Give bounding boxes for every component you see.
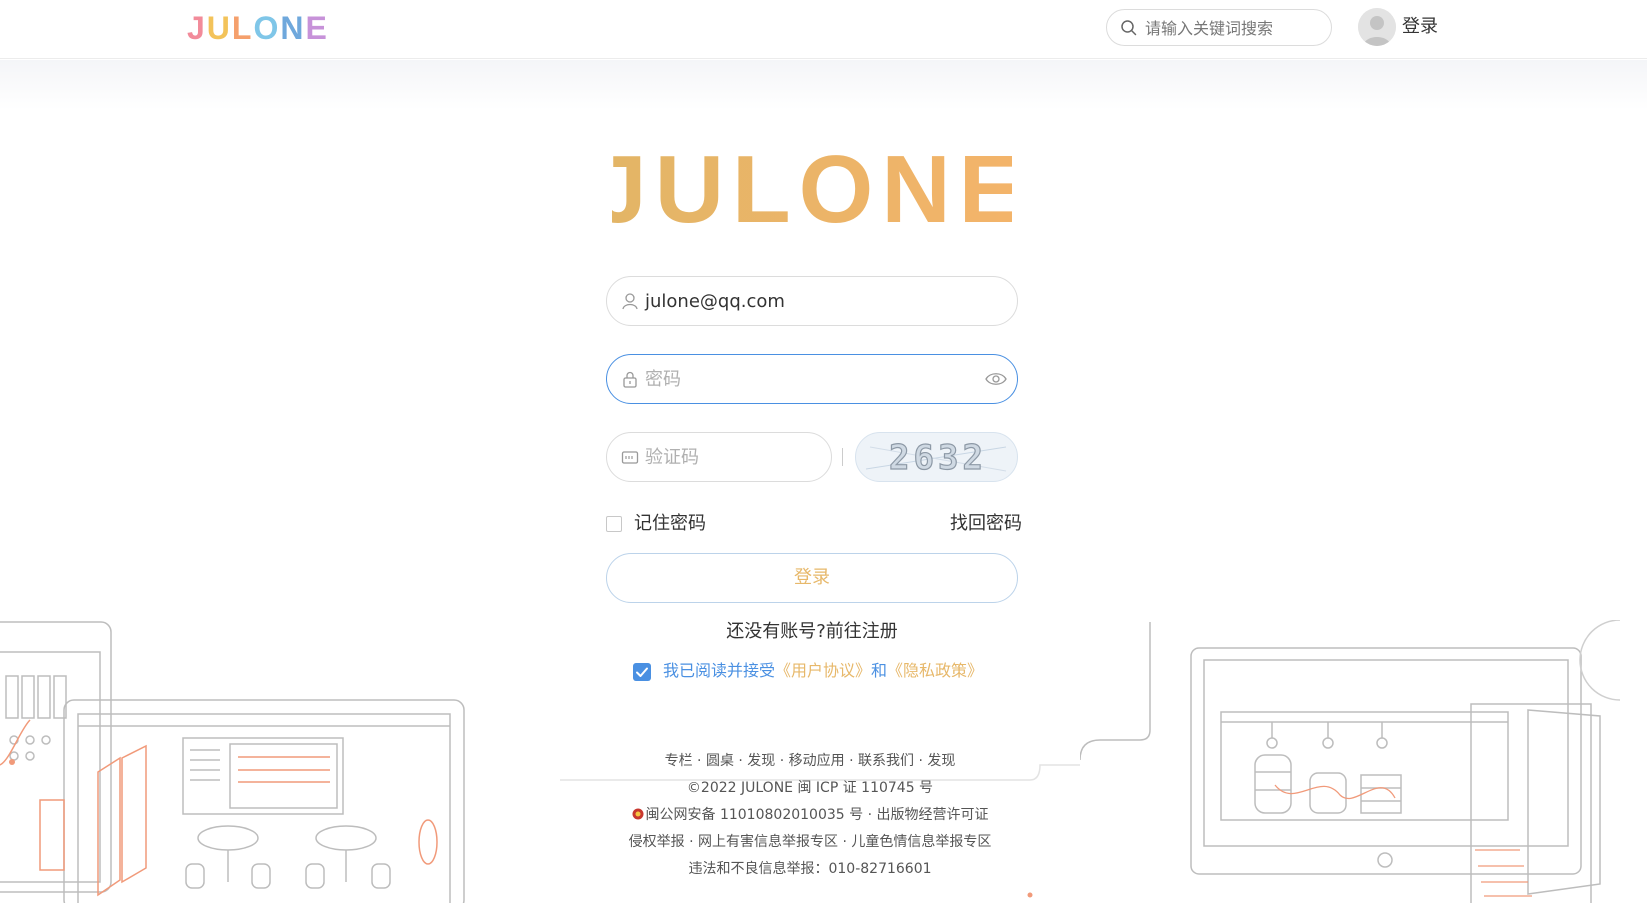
police-badge-icon	[632, 808, 644, 820]
footer-security-record[interactable]: 闽公网安备 11010802010035 号 · 出版物经营许可证	[560, 802, 1060, 829]
captcha-input[interactable]: 验证码	[645, 446, 699, 470]
agreement-checkbox[interactable]	[633, 663, 651, 681]
header-logo-letter: U	[206, 10, 232, 46]
brand-logo: JULONE	[612, 143, 1012, 233]
header-logo-letter: L	[231, 10, 254, 46]
captcha-graphic: 2632	[865, 437, 1007, 479]
footer-report-links[interactable]: 侵权举报 · 网上有害信息举报专区 · 儿童色情信息举报专区	[560, 829, 1060, 856]
captcha-divider	[842, 448, 843, 466]
left-office-illustration	[0, 621, 465, 903]
password-field[interactable]: 密码	[606, 354, 1018, 404]
footer-links[interactable]: 专栏 · 圆桌 · 发现 · 移动应用 · 联系我们 · 发现	[560, 748, 1060, 775]
right-server-illustration	[1080, 620, 1621, 903]
footer-report-phone: 违法和不良信息举报：010-82716601	[688, 861, 932, 877]
privacy-policy-link[interactable]: 《隐私政策》	[887, 661, 983, 680]
search-icon	[1121, 20, 1137, 36]
agreement-prefix: 我已阅读并接受	[663, 661, 776, 680]
agreement-and: 和	[871, 661, 888, 680]
user-icon	[622, 293, 638, 310]
user-agreement-link[interactable]: 《用户协议》	[775, 661, 871, 680]
username-field[interactable]: julone@qq.com	[606, 276, 1018, 326]
forgot-password-link[interactable]: 找回密码	[950, 512, 1022, 536]
header-logo[interactable]: JULONE	[187, 8, 329, 48]
password-input[interactable]: 密码	[645, 368, 681, 392]
checkmark-icon	[636, 667, 648, 677]
captcha-icon	[621, 451, 639, 464]
lock-icon	[623, 371, 637, 388]
login-button[interactable]: 登录	[606, 553, 1018, 603]
top-navigation-bar: JULONE 请输入关键词搜索 登录	[0, 0, 1647, 59]
captcha-field[interactable]: 验证码	[606, 432, 832, 482]
header-login-link[interactable]: 登录	[1402, 15, 1438, 39]
remember-label: 记住密码	[634, 513, 706, 534]
header-logo-letter: J	[187, 10, 207, 46]
captcha-code: 2632	[889, 438, 987, 478]
user-avatar-icon	[1358, 8, 1396, 46]
header-shadow-band	[0, 60, 1647, 110]
footer: 专栏 · 圆桌 · 发现 · 移动应用 · 联系我们 · 发现 ©2022 JU…	[560, 748, 1060, 883]
agreement-text: 我已阅读并接受《用户协议》和《隐私政策》	[663, 659, 983, 683]
register-link[interactable]: 还没有账号?前往注册	[606, 620, 1018, 644]
header-logo-text: JULONE	[187, 8, 329, 48]
footer-copyright: ©2022 JULONE 闽 ICP 证 110745 号	[686, 780, 934, 796]
header-logo-letter: O	[253, 10, 281, 46]
search-input[interactable]: 请输入关键词搜索	[1145, 19, 1273, 39]
brand-logo-text: JULONE	[612, 143, 1012, 233]
username-input[interactable]: julone@qq.com	[645, 290, 785, 314]
header-logo-letter: E	[305, 10, 329, 46]
captcha-image[interactable]: 2632	[855, 432, 1018, 482]
remember-checkbox[interactable]	[606, 516, 622, 532]
footer-security-text: 闽公网安备 11010802010035 号 · 出版物经营许可证	[645, 807, 989, 823]
avatar[interactable]	[1358, 8, 1396, 46]
eye-icon[interactable]	[985, 370, 1007, 388]
search-box[interactable]: 请输入关键词搜索	[1106, 9, 1332, 46]
header-logo-letter: N	[280, 10, 306, 46]
